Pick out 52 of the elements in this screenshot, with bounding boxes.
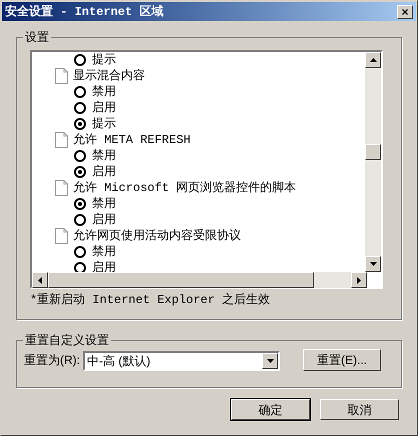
radio-option[interactable]: 提示 [32, 116, 365, 132]
reset-button[interactable]: 重置(E)... [303, 349, 381, 371]
radio-option[interactable]: 禁用 [32, 244, 365, 260]
restart-note: *重新启动 Internet Explorer 之后生效 [30, 293, 272, 307]
radio-option[interactable]: 提示 [32, 52, 365, 68]
document-icon [55, 228, 68, 244]
radio-button[interactable] [74, 86, 86, 98]
radio-button[interactable] [74, 102, 86, 114]
right-arrow-icon [357, 276, 361, 284]
radio-button[interactable] [74, 198, 86, 210]
document-icon [55, 180, 68, 196]
dropdown-button[interactable] [262, 353, 278, 369]
scroll-up-button[interactable] [365, 52, 381, 68]
vertical-scrollbar[interactable] [365, 52, 381, 272]
scroll-thumb[interactable] [365, 144, 381, 160]
scroll-down-button[interactable] [365, 256, 381, 272]
radio-option[interactable]: 禁用 [32, 84, 365, 100]
dropdown-value: 中-高 (默认) [86, 353, 152, 370]
cancel-button[interactable]: 取消 [320, 399, 399, 420]
radio-button[interactable] [74, 150, 86, 162]
radio-option[interactable]: 禁用 [32, 196, 365, 212]
document-icon [55, 68, 68, 84]
radio-option[interactable]: 禁用 [32, 148, 365, 164]
caret-icon [266, 359, 274, 363]
down-arrow-icon [370, 262, 376, 266]
radio-button[interactable] [74, 54, 86, 66]
close-button[interactable]: × [397, 4, 413, 18]
radio-button[interactable] [74, 118, 86, 130]
up-arrow-icon [370, 58, 376, 62]
scroll-left-button[interactable] [32, 272, 48, 288]
scroll-thumb[interactable] [48, 272, 314, 288]
setting-heading: 允许 Microsoft 网页浏览器控件的脚本 [73, 180, 296, 197]
setting-heading: 允许网页使用活动内容受限协议 [73, 228, 241, 245]
radio-option[interactable]: 启用 [32, 100, 365, 116]
radio-option[interactable]: 启用 [32, 212, 365, 228]
window-title: 安全设置 - Internet 区域 [5, 4, 164, 20]
setting-heading: 显示混合内容 [73, 68, 145, 85]
horizontal-scrollbar[interactable] [32, 272, 367, 288]
radio-option[interactable]: 启用 [32, 164, 365, 180]
group-title: 设置 [23, 30, 51, 44]
scroll-right-button[interactable] [351, 272, 367, 288]
ok-button[interactable]: 确定 [231, 399, 310, 420]
radio-button[interactable] [74, 214, 86, 226]
reset-to-label: 重置为(R): [24, 352, 80, 369]
level-dropdown[interactable]: 中-高 (默认) [83, 351, 280, 371]
group-title: 重置自定义设置 [23, 333, 111, 347]
radio-button[interactable] [74, 262, 86, 272]
left-arrow-icon [38, 276, 42, 284]
radio-button[interactable] [74, 166, 86, 178]
radio-button[interactable] [74, 246, 86, 258]
document-icon [55, 132, 68, 148]
setting-heading: 允许 META REFRESH [73, 132, 191, 149]
